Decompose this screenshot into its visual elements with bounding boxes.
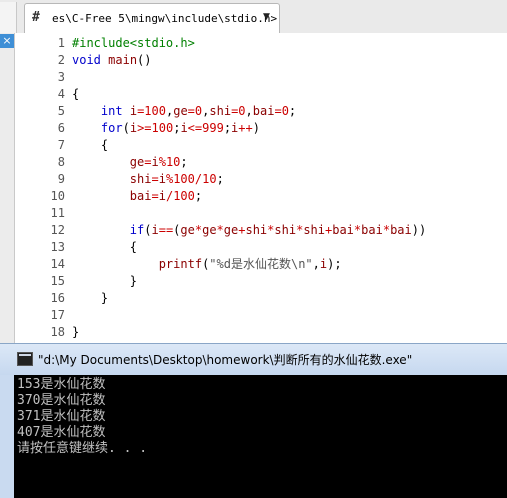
code-text: if(i==(ge*ge*ge+shi*shi*shi+bai*bai*bai)… bbox=[129, 223, 427, 237]
console-output-line: 请按任意键继续. . . bbox=[17, 441, 148, 456]
code-text: shi=i%100/10; bbox=[129, 172, 224, 186]
tab-scroll-left[interactable] bbox=[0, 2, 17, 33]
line-number: 5 bbox=[57, 104, 65, 118]
code-line[interactable]: 13 { bbox=[15, 239, 507, 256]
line-number: 1 bbox=[57, 36, 65, 50]
line-number: 8 bbox=[57, 155, 65, 169]
code-line[interactable]: 1 #include<stdio.h> bbox=[15, 35, 507, 52]
code-text: { bbox=[72, 138, 109, 152]
tab-title: es\C-Free 5\mingw\include\stdio.h> bbox=[52, 12, 278, 25]
chevron-down-icon[interactable]: ▼ bbox=[263, 12, 270, 22]
code-text: { bbox=[72, 240, 138, 254]
line-number: 2 bbox=[57, 53, 65, 67]
code-text: int i=100,ge=0,shi=0,bai=0; bbox=[100, 104, 297, 118]
editor-tab-bar: # es\C-Free 5\mingw\include\stdio.h> ▼ bbox=[0, 0, 507, 34]
code-line[interactable]: 18} bbox=[15, 324, 507, 341]
code-line[interactable]: 11 bbox=[15, 205, 507, 222]
line-number: 15 bbox=[50, 274, 65, 288]
code-text: #include<stdio.h> bbox=[72, 36, 195, 50]
editor-gutter: × bbox=[0, 33, 15, 343]
line-number: 10 bbox=[50, 189, 65, 203]
header-file-icon: # bbox=[32, 10, 40, 25]
code-line[interactable]: 4{ bbox=[15, 86, 507, 103]
console-window-title: "d:\My Documents\Desktop\homework\判断所有的水… bbox=[38, 353, 413, 367]
code-line[interactable]: 7 { bbox=[15, 137, 507, 154]
code-line[interactable]: 8 ge=i%10; bbox=[15, 154, 507, 171]
code-line[interactable]: 14 printf("%d是水仙花数\n",i); bbox=[15, 256, 507, 273]
code-text: printf("%d是水仙花数\n",i); bbox=[158, 257, 342, 271]
line-number: 18 bbox=[50, 325, 65, 339]
line-number: 6 bbox=[57, 121, 65, 135]
code-text: } bbox=[72, 274, 138, 288]
line-number: 16 bbox=[50, 291, 65, 305]
tab-stdio-h[interactable]: # es\C-Free 5\mingw\include\stdio.h> ▼ bbox=[24, 3, 280, 34]
code-line[interactable]: 12 if(i==(ge*ge*ge+shi*shi*shi+bai*bai*b… bbox=[15, 222, 507, 239]
code-text: ge=i%10; bbox=[129, 155, 188, 169]
code-text: for(i>=100;i<=999;i++) bbox=[100, 121, 260, 135]
line-number: 13 bbox=[50, 240, 65, 254]
line-number: 14 bbox=[50, 257, 65, 271]
code-line[interactable]: 10 bai=i/100; bbox=[15, 188, 507, 205]
code-line[interactable]: 9 shi=i%100/10; bbox=[15, 171, 507, 188]
code-line[interactable]: 17 bbox=[15, 307, 507, 324]
line-number: 11 bbox=[50, 206, 65, 220]
line-number: 4 bbox=[57, 87, 65, 101]
code-line[interactable]: 2 void main() bbox=[15, 52, 507, 69]
console-output-line: 153是水仙花数 bbox=[17, 377, 106, 392]
code-text: bai=i/100; bbox=[129, 189, 203, 203]
console-output-line: 407是水仙花数 bbox=[17, 425, 106, 440]
console-output[interactable]: 153是水仙花数 370是水仙花数 371是水仙花数 407是水仙花数 请按任意键继续.… bbox=[14, 375, 507, 498]
code-text: } bbox=[72, 291, 109, 305]
console-app-icon bbox=[17, 352, 33, 366]
code-line[interactable]: 6 for(i>=100;i<=999;i++) bbox=[15, 120, 507, 137]
code-line[interactable]: 16 } bbox=[15, 290, 507, 307]
code-text: void main() bbox=[72, 53, 152, 67]
code-text: } bbox=[72, 325, 80, 339]
code-editor[interactable]: 1 #include<stdio.h> 2 void main() 3 4{5 int i… bbox=[15, 33, 507, 343]
close-icon[interactable]: × bbox=[0, 34, 14, 48]
console-title-bar[interactable]: "d:\My Documents\Desktop\homework\判断所有的水… bbox=[0, 344, 507, 375]
line-number: 9 bbox=[57, 172, 65, 186]
line-number: 7 bbox=[57, 138, 65, 152]
console-window: "d:\My Documents\Desktop\homework\判断所有的水… bbox=[0, 343, 507, 498]
code-line[interactable]: 5 int i=100,ge=0,shi=0,bai=0; bbox=[15, 103, 507, 120]
console-output-line: 371是水仙花数 bbox=[17, 409, 106, 424]
line-number: 3 bbox=[57, 70, 65, 84]
line-number: 12 bbox=[50, 223, 65, 237]
code-text: { bbox=[72, 87, 80, 101]
console-output-line: 370是水仙花数 bbox=[17, 393, 106, 408]
code-line[interactable]: 3 bbox=[15, 69, 507, 86]
line-number: 17 bbox=[50, 308, 65, 322]
code-line[interactable]: 15 } bbox=[15, 273, 507, 290]
